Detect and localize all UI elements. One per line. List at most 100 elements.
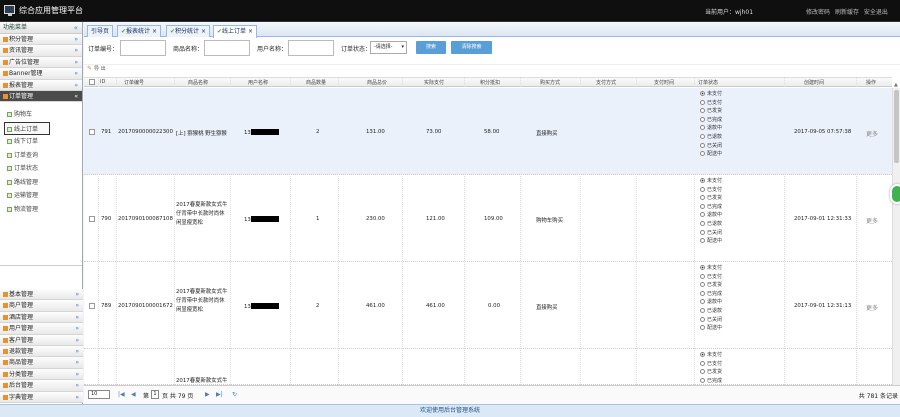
refresh-cache-link[interactable]: 刷新缓存	[835, 9, 859, 16]
col-pay-time[interactable]: 支付时间	[654, 79, 674, 86]
radio-button[interactable]	[700, 307, 705, 313]
col-pay-method[interactable]: 支付方式	[596, 79, 616, 86]
clear-search-button[interactable]: 清除搜索	[451, 41, 492, 54]
status-option[interactable]: 已退款	[700, 307, 722, 316]
menu-reports[interactable]: 报表管理»	[0, 79, 82, 91]
next-page-icon[interactable]: ▶	[205, 391, 210, 398]
status-option[interactable]: 已关闭	[700, 229, 722, 238]
page-size-select[interactable]: 10	[88, 390, 110, 399]
menu-hotels[interactable]: 酒店管理»	[0, 311, 83, 324]
menu-refunds[interactable]: 退款管理»	[0, 345, 83, 358]
status-option[interactable]: 已关闭	[700, 316, 722, 325]
table-row[interactable]: 791 2017090000022300 [上] 猕猴桃 野生猕猴 13 2 1…	[84, 88, 892, 175]
status-option[interactable]: 已完成	[700, 377, 722, 384]
prev-page-icon[interactable]: ◀	[131, 391, 136, 398]
radio-button[interactable]	[700, 265, 705, 270]
radio-button[interactable]	[700, 229, 705, 235]
menu-banner[interactable]: Banner管理»	[0, 68, 82, 80]
radio-button[interactable]	[700, 125, 705, 131]
status-select[interactable]: -请选择-	[370, 41, 407, 54]
menu-basic[interactable]: 基本管理»	[0, 289, 83, 301]
menu-dictionary[interactable]: 字典管理»	[0, 391, 83, 403]
col-id[interactable]: ID	[100, 79, 105, 85]
status-option[interactable]: 已支付	[700, 360, 722, 369]
table-row[interactable]: 790 2017090100087108 2017春夏新款女式牛仔背带中长款时尚…	[84, 175, 892, 262]
menu-products[interactable]: 商品管理»	[0, 357, 83, 369]
status-option[interactable]: 已完成	[700, 290, 722, 299]
radio-button[interactable]	[700, 369, 705, 375]
col-paid[interactable]: 实际支付	[424, 79, 444, 86]
status-option[interactable]: 已退款	[700, 220, 722, 229]
tab-report-stats[interactable]: ✔报表统计 ×	[117, 25, 161, 37]
status-option[interactable]: 已发货	[700, 107, 722, 116]
sidebar-item-order-status[interactable]: 订单状态	[0, 162, 82, 176]
radio-button[interactable]	[700, 99, 705, 105]
sidebar-item-transport[interactable]: 运输管理	[0, 189, 82, 203]
table-row[interactable]: 2017春夏新款女式牛 未支付 已支付 已发货 已完成	[84, 349, 892, 385]
more-link[interactable]: 更多	[866, 303, 878, 312]
status-option[interactable]: 已发货	[700, 368, 722, 377]
username-input[interactable]	[288, 40, 334, 56]
export-icon[interactable]: ✎	[87, 65, 92, 72]
sidebar-item-cart[interactable]: 购物车	[0, 108, 82, 122]
radio-button[interactable]	[700, 316, 705, 322]
product-name-input[interactable]	[204, 40, 250, 56]
sidebar-item-routes[interactable]: 路线管理	[0, 176, 82, 190]
radio-button[interactable]	[700, 178, 705, 183]
col-product[interactable]: 商品名称	[188, 79, 208, 86]
col-status[interactable]: 订单状态	[698, 79, 718, 86]
status-option[interactable]: 已支付	[700, 99, 722, 108]
menu-news[interactable]: 资讯管理»	[0, 45, 82, 57]
menu-orders[interactable]: 订单管理 «	[0, 90, 82, 103]
sidebar-item-logistics[interactable]: 物流管理	[0, 203, 82, 217]
search-button[interactable]: 搜索	[416, 41, 446, 54]
logout-link[interactable]: 安全退出	[864, 9, 888, 16]
radio-button[interactable]	[700, 352, 705, 357]
tab-points-stats[interactable]: ✔积分统计 ×	[166, 25, 210, 37]
radio-button[interactable]	[700, 133, 705, 139]
status-option[interactable]: 已发货	[700, 281, 722, 290]
radio-button[interactable]	[700, 212, 705, 218]
row-checkbox[interactable]	[89, 129, 95, 135]
select-all-checkbox[interactable]	[89, 79, 95, 85]
radio-button[interactable]	[700, 325, 705, 331]
status-option[interactable]: 已支付	[700, 273, 722, 282]
status-option[interactable]: 配送中	[700, 237, 722, 246]
sidebar-item-order-query[interactable]: 订单查询	[0, 149, 82, 163]
first-page-icon[interactable]: |◀	[118, 391, 125, 398]
radio-button[interactable]	[700, 108, 705, 114]
col-created[interactable]: 创建时间	[804, 79, 824, 86]
radio-button[interactable]	[700, 360, 705, 366]
status-option[interactable]: 已支付	[700, 186, 722, 195]
collapse-sidebar-icon[interactable]: «	[74, 22, 78, 34]
export-button[interactable]: 导 出	[94, 65, 106, 72]
change-password-link[interactable]: 修改密码	[806, 9, 830, 16]
radio-button[interactable]	[700, 203, 705, 209]
status-option[interactable]: 已完成	[700, 203, 722, 212]
menu-users[interactable]: 用户管理»	[0, 323, 83, 335]
status-option[interactable]: 退款中	[700, 211, 722, 220]
more-link[interactable]: 更多	[866, 216, 878, 225]
tab-guide[interactable]: 引导页	[87, 25, 114, 37]
radio-button[interactable]	[700, 299, 705, 305]
col-actions[interactable]: 操作	[866, 79, 876, 86]
col-buy-method[interactable]: 购买方式	[540, 79, 560, 86]
menu-categories[interactable]: 分类管理»	[0, 368, 83, 381]
status-option[interactable]: 已退款	[700, 133, 722, 142]
menu-customers[interactable]: 客户管理»	[0, 334, 83, 346]
radio-button[interactable]	[700, 151, 705, 157]
last-page-icon[interactable]: ▶|	[216, 391, 223, 398]
radio-button[interactable]	[700, 116, 705, 122]
menu-merchants[interactable]: 商户管理»	[0, 300, 83, 312]
status-option[interactable]: 退款中	[700, 124, 722, 133]
radio-button[interactable]	[700, 142, 705, 148]
sidebar-item-online-orders[interactable]: 线上订单	[4, 121, 50, 136]
table-row[interactable]: 789 2017090100001672 2017春夏新款女式牛仔背带中长款时尚…	[84, 262, 892, 349]
radio-button[interactable]	[700, 91, 705, 96]
page-number-input[interactable]: 1	[151, 390, 159, 399]
status-option[interactable]: 未支付	[700, 177, 722, 186]
radio-button[interactable]	[700, 377, 705, 383]
radio-button[interactable]	[700, 282, 705, 288]
radio-button[interactable]	[700, 195, 705, 201]
radio-button[interactable]	[700, 273, 705, 279]
